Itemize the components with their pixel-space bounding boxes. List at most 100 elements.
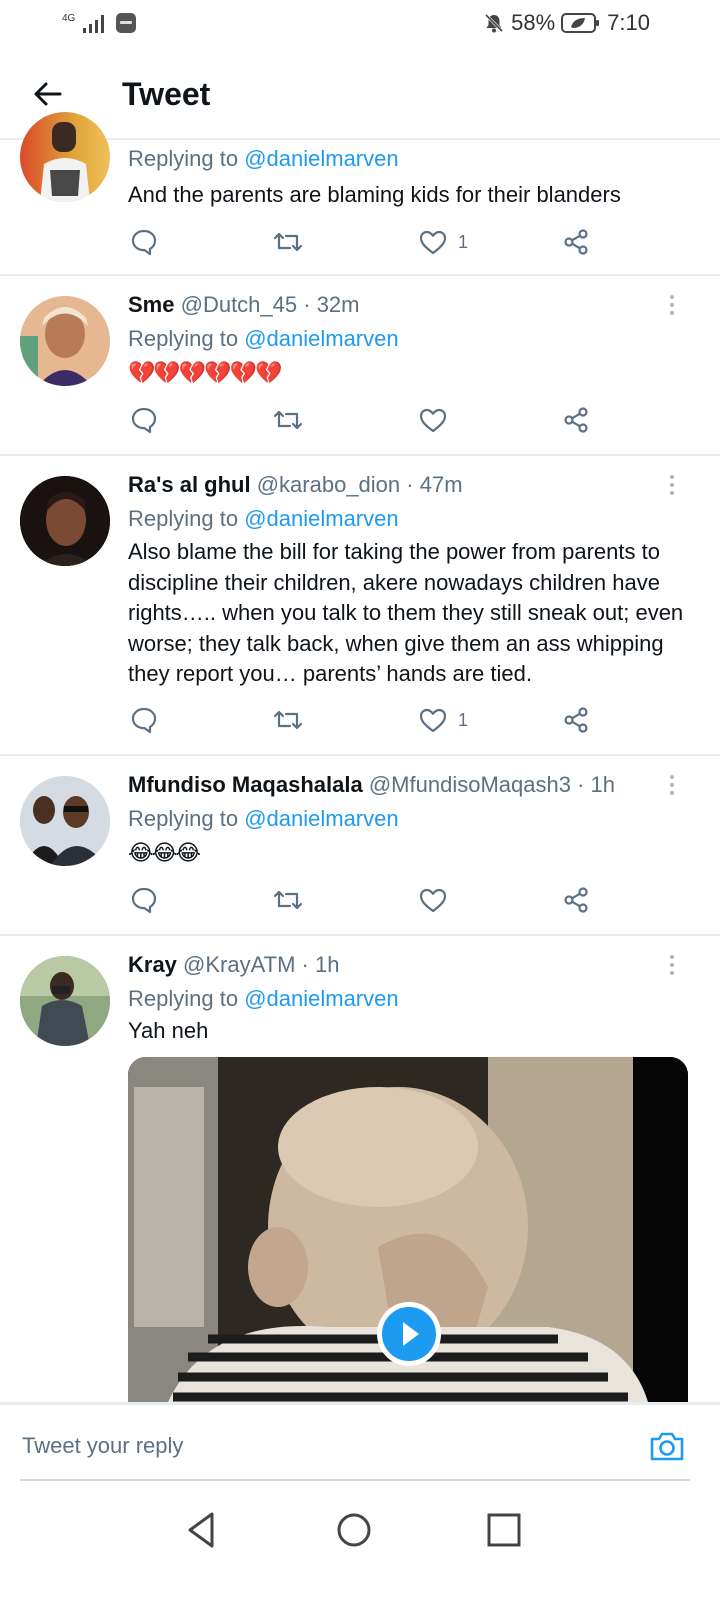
share-icon [564, 407, 588, 433]
avatar[interactable] [20, 476, 110, 566]
display-name[interactable]: Mfundiso Maqashalala [128, 772, 363, 797]
tweet-reply-4[interactable]: Mfundiso Maqashalala @MfundisoMaqash3 · … [0, 756, 720, 936]
heart-icon [419, 888, 447, 913]
share-button[interactable] [562, 404, 590, 436]
status-left: 4G [62, 12, 137, 34]
retweet-button[interactable] [272, 884, 304, 916]
camera-button[interactable] [648, 1427, 686, 1465]
tweet-header: Ra's al ghul @karabo_dion · 47m [128, 472, 463, 498]
tweet-text: Also blame the bill for taking the power… [128, 539, 684, 686]
reply-button[interactable] [130, 404, 158, 436]
mention-link[interactable]: @danielmarven [244, 506, 398, 531]
handle[interactable]: @KrayATM [183, 952, 295, 977]
tweet-text: 💔💔💔💔💔💔 [128, 360, 282, 385]
reply-input[interactable] [20, 1423, 634, 1469]
more-options-button[interactable] [664, 292, 680, 320]
more-options-button[interactable] [664, 472, 680, 500]
play-icon [403, 1322, 419, 1346]
divider [20, 1479, 690, 1481]
back-button[interactable] [30, 76, 66, 112]
tweet-reply-3[interactable]: Ra's al ghul @karabo_dion · 47m Replying… [0, 456, 720, 756]
retweet-icon [273, 232, 303, 252]
more-vertical-icon [670, 475, 674, 495]
timestamp: · 47m [406, 472, 463, 497]
tweet-video[interactable] [128, 1057, 688, 1402]
comment-icon [131, 229, 157, 256]
mention-link[interactable]: @danielmarven [244, 806, 398, 831]
timestamp: · 1h [301, 952, 340, 977]
like-button[interactable]: 1 [418, 704, 468, 736]
more-options-button[interactable] [664, 772, 680, 800]
share-button[interactable] [562, 226, 590, 258]
retweet-icon [273, 410, 303, 430]
more-options-button[interactable] [664, 952, 680, 980]
nav-recents-button[interactable] [482, 1508, 526, 1552]
replying-prefix: Replying to [128, 806, 245, 831]
like-count: 1 [458, 709, 469, 730]
comment-icon [131, 707, 157, 734]
timestamp: · 32m [303, 292, 360, 317]
like-button[interactable] [418, 884, 448, 916]
avatar[interactable] [20, 296, 110, 386]
play-button[interactable] [377, 1302, 441, 1366]
nav-back-button[interactable] [180, 1508, 224, 1552]
replying-to: Replying to @danielmarven [128, 806, 399, 832]
reply-button[interactable] [130, 884, 158, 916]
like-button[interactable] [418, 404, 448, 436]
display-name[interactable]: Sme [128, 292, 174, 317]
triangle-back-icon [188, 1512, 214, 1548]
tweet-actions: 1 [130, 226, 600, 258]
replying-to: Replying to @danielmarven [128, 986, 399, 1012]
avatar[interactable] [20, 956, 110, 1046]
status-right: 58% 7:10 [483, 10, 650, 36]
avatar[interactable] [20, 776, 110, 866]
reply-button[interactable] [130, 704, 158, 736]
handle[interactable]: @karabo_dion [257, 472, 400, 497]
heart-icon [419, 708, 447, 733]
status-bar: 4G 58% 7:10 [0, 0, 720, 48]
more-vertical-icon [670, 775, 674, 795]
tweet-header: Sme @Dutch_45 · 32m [128, 292, 360, 318]
retweet-button[interactable] [272, 704, 304, 736]
more-vertical-icon [670, 955, 674, 975]
share-button[interactable] [562, 884, 590, 916]
more-vertical-icon [670, 295, 674, 315]
tweet-actions [130, 404, 600, 436]
share-icon [564, 887, 588, 913]
tweet-text: Yah neh [128, 1018, 209, 1043]
like-button[interactable]: 1 [418, 226, 468, 258]
avatar-photo [20, 296, 110, 386]
replying-to: Replying to @danielmarven [128, 326, 399, 352]
display-name[interactable]: Kray [128, 952, 177, 977]
handle[interactable]: @Dutch_45 [181, 292, 298, 317]
display-name[interactable]: Ra's al ghul [128, 472, 251, 497]
retweet-button[interactable] [272, 404, 304, 436]
avatar[interactable] [20, 112, 110, 202]
arrow-left-icon [34, 82, 62, 106]
network-type: 4G [62, 13, 76, 24]
mention-link[interactable]: @danielmarven [244, 326, 398, 351]
system-navigation-bar [0, 1488, 720, 1600]
replying-prefix: Replying to [128, 326, 245, 351]
retweet-icon [273, 710, 303, 730]
mention-link[interactable]: @danielmarven [244, 986, 398, 1011]
nav-home-button[interactable] [332, 1508, 376, 1552]
retweet-button[interactable] [272, 226, 304, 258]
replying-prefix: Replying to [128, 986, 245, 1011]
tweet-reply-1[interactable]: Replying to @danielmarven And the parent… [0, 112, 720, 276]
timestamp: · 1h [577, 772, 615, 797]
page-title: Tweet [122, 76, 211, 112]
replying-to: Replying to @danielmarven [128, 506, 399, 532]
tweet-reply-2[interactable]: Sme @Dutch_45 · 32m Replying to @danielm… [0, 276, 720, 456]
replying-prefix: Replying to [128, 146, 245, 171]
share-button[interactable] [562, 704, 590, 736]
replying-to: Replying to @danielmarven [128, 146, 399, 172]
handle[interactable]: @MfundisoMaqash3 [369, 772, 571, 797]
reply-button[interactable] [130, 226, 158, 258]
avatar-photo [20, 956, 110, 1046]
reply-composer [0, 1402, 720, 1486]
comment-icon [131, 887, 157, 914]
avatar-photo [20, 476, 110, 566]
tweet-text: And the parents are blaming kids for the… [128, 182, 621, 207]
mention-link[interactable]: @danielmarven [244, 146, 398, 171]
